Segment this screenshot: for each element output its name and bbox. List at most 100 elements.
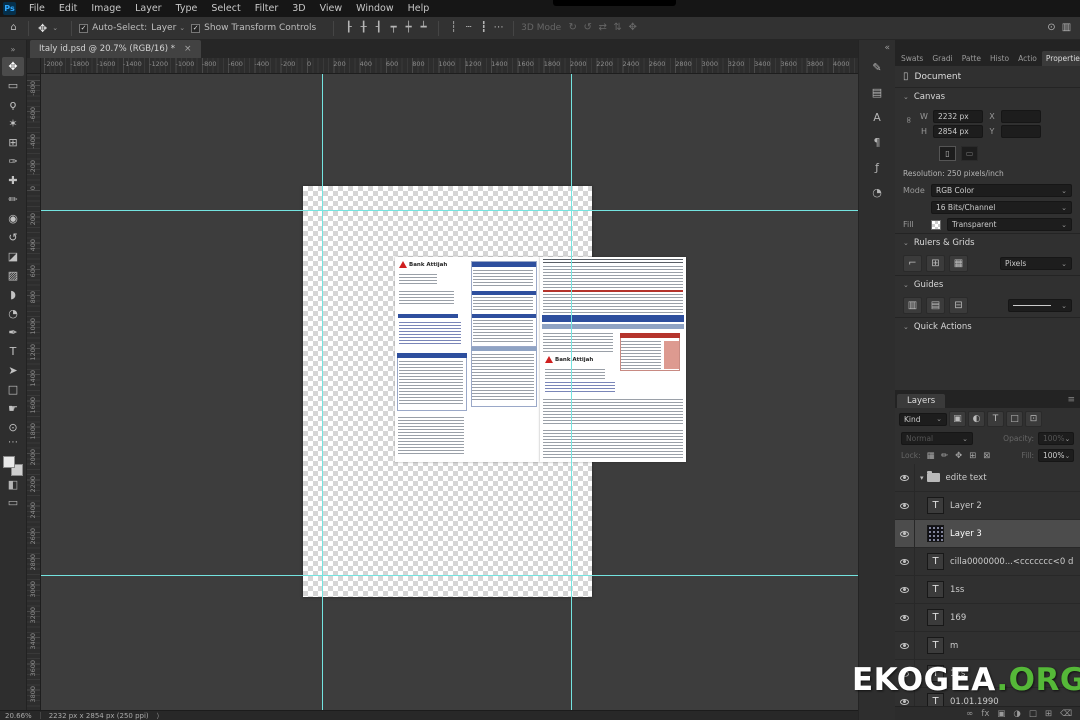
pixel-grid-icon[interactable]: ▦ bbox=[949, 255, 968, 272]
panel-tab-actio[interactable]: Actio bbox=[1014, 51, 1041, 66]
lasso-tool[interactable]: ϙ bbox=[2, 95, 24, 114]
color-mode-select[interactable]: RGB Color ⌄ bbox=[931, 184, 1072, 197]
layer-visibility-toggle[interactable] bbox=[895, 632, 915, 659]
panel-tab-histo[interactable]: Histo bbox=[986, 51, 1013, 66]
path-selection-tool[interactable]: ➤ bbox=[2, 361, 24, 380]
document-tab[interactable]: Italy id.psd @ 20.7% (RGB/16) * × bbox=[30, 40, 201, 58]
zoom-tool[interactable]: ⊙ bbox=[2, 418, 24, 437]
height-field[interactable]: 2854 px bbox=[933, 125, 983, 138]
guides-section-header[interactable]: ⌄ Guides bbox=[895, 275, 1080, 294]
menu-item-image[interactable]: Image bbox=[84, 0, 128, 17]
canvas-fill-select[interactable]: Transparent ⌄ bbox=[947, 218, 1072, 231]
group-expand-icon[interactable]: ▾ bbox=[920, 474, 924, 482]
layer-row[interactable]: T Layer 2 bbox=[895, 492, 1080, 520]
layer-visibility-toggle[interactable] bbox=[895, 548, 915, 575]
menu-item-file[interactable]: File bbox=[22, 0, 52, 17]
history-brush-tool[interactable]: ↺ bbox=[2, 228, 24, 247]
history-panel-icon[interactable]: ✎ bbox=[866, 58, 888, 77]
vertical-ruler[interactable]: -800 -600 -400 -200 0 200 400 600 800 1000 1200 140… bbox=[27, 74, 41, 710]
lock-artboard-icon[interactable]: ⊞ bbox=[967, 451, 979, 461]
menu-item-view[interactable]: View bbox=[313, 0, 350, 17]
menu-item-layer[interactable]: Layer bbox=[128, 0, 169, 17]
screen-mode-icon[interactable]: ▭ bbox=[8, 494, 18, 512]
horizontal-guide[interactable] bbox=[41, 210, 858, 211]
auto-select-value[interactable]: Layer bbox=[151, 23, 176, 33]
horizontal-ruler[interactable]: -2000 -1800 -1600 -1400 -1200 -1000 -800 -600 -4… bbox=[27, 58, 858, 74]
layer-fill-field[interactable]: 100% ⌄ bbox=[1038, 449, 1074, 462]
gradient-tool[interactable]: ▨ bbox=[2, 266, 24, 285]
vertical-guide[interactable] bbox=[571, 74, 572, 710]
link-dimensions-icon[interactable]: ∞ bbox=[903, 116, 913, 124]
bit-depth-select[interactable]: 16 Bits/Channel ⌄ bbox=[931, 201, 1072, 214]
layer-effects-icon[interactable]: fx bbox=[981, 708, 989, 720]
menu-item-type[interactable]: Type bbox=[169, 0, 205, 17]
canvas-guides-icon[interactable]: ▥ bbox=[903, 297, 922, 314]
align-bottom-icon[interactable]: ┷ bbox=[416, 21, 431, 35]
quick-actions-section-header[interactable]: ⌄ Quick Actions bbox=[895, 317, 1080, 336]
align-vertical-center-icon[interactable]: ┿ bbox=[401, 21, 416, 35]
home-icon[interactable]: ⌂ bbox=[6, 21, 21, 35]
healing-brush-tool[interactable]: ✚ bbox=[2, 171, 24, 190]
horizontal-guide[interactable] bbox=[41, 575, 858, 576]
menu-item-filter[interactable]: Filter bbox=[248, 0, 286, 17]
search-icon[interactable]: ⊙ bbox=[1044, 21, 1059, 35]
landscape-orientation-button[interactable]: ▭ bbox=[961, 146, 978, 161]
blur-tool[interactable]: ◗ bbox=[2, 285, 24, 304]
3d-rotate-icon[interactable]: ↻ bbox=[565, 21, 580, 35]
canvas-viewport[interactable]: Bank Attijah Bank Attijah bbox=[41, 74, 858, 710]
close-icon[interactable]: × bbox=[184, 44, 192, 54]
filter-pixel-layers-icon[interactable]: ▣ bbox=[949, 411, 966, 427]
align-top-icon[interactable]: ┯ bbox=[386, 21, 401, 35]
delete-layer-icon[interactable]: ⌫ bbox=[1060, 708, 1072, 720]
opacity-field[interactable]: 100% ⌄ bbox=[1038, 432, 1074, 445]
pen-tool[interactable]: ✒ bbox=[2, 323, 24, 342]
tab-layers[interactable]: Layers bbox=[897, 394, 946, 408]
layer-visibility-toggle[interactable] bbox=[895, 604, 915, 631]
clone-stamp-tool[interactable]: ◉ bbox=[2, 209, 24, 228]
workspace-switcher-icon[interactable]: ▥ bbox=[1059, 21, 1074, 35]
current-tool-preview[interactable]: ✥ ⌄ bbox=[36, 22, 58, 35]
panel-tab-properties[interactable]: Properties bbox=[1041, 51, 1080, 66]
3d-roll-icon[interactable]: ↺ bbox=[580, 21, 595, 35]
distribute-horizontal-icon[interactable]: ┄ bbox=[461, 21, 476, 35]
layer-visibility-toggle[interactable] bbox=[895, 520, 915, 547]
layer-row[interactable]: ▾ edite text bbox=[895, 464, 1080, 492]
panel-tab-swats[interactable]: Swats bbox=[897, 51, 927, 66]
clear-guides-icon[interactable]: ⊟ bbox=[949, 297, 968, 314]
layer-row[interactable]: T 169 bbox=[895, 604, 1080, 632]
auto-select-checkbox[interactable]: ✓ Auto-Select: Layer ⌄ bbox=[79, 23, 185, 33]
lock-image-pixels-icon[interactable]: ✏ bbox=[939, 451, 951, 461]
units-select[interactable]: Pixels ⌄ bbox=[1000, 257, 1072, 270]
dodge-tool[interactable]: ◔ bbox=[2, 304, 24, 323]
eraser-tool[interactable]: ◪ bbox=[2, 247, 24, 266]
vertical-guide[interactable] bbox=[322, 74, 323, 710]
panel-tab-gradi[interactable]: Gradi bbox=[928, 51, 956, 66]
new-layer-icon[interactable]: ⊞ bbox=[1045, 708, 1052, 720]
show-transform-checkbox[interactable]: ✓ Show Transform Controls bbox=[191, 23, 320, 33]
blend-mode-select[interactable]: Normal ⌄ bbox=[901, 432, 973, 445]
align-right-icon[interactable]: ┨ bbox=[371, 21, 386, 35]
layer-row[interactable]: Tm bbox=[895, 632, 1080, 660]
grid-icon[interactable]: ⊞ bbox=[926, 255, 945, 272]
quick-mask-icon[interactable]: ◧ bbox=[8, 476, 18, 494]
layer-row[interactable]: Layer 3 bbox=[895, 520, 1080, 548]
lock-all-icon[interactable]: ⊠ bbox=[981, 451, 993, 461]
color-swatches[interactable] bbox=[3, 456, 23, 476]
character-panel-icon[interactable]: A bbox=[866, 108, 888, 127]
marquee-tool[interactable]: ▭ bbox=[2, 76, 24, 95]
3d-drag-icon[interactable]: ⇄ bbox=[595, 21, 610, 35]
filter-adjustment-layers-icon[interactable]: ◐ bbox=[968, 411, 985, 427]
foreground-color-swatch[interactable] bbox=[3, 456, 15, 468]
crop-tool[interactable]: ⊞ bbox=[2, 133, 24, 152]
layer-visibility-toggle[interactable] bbox=[895, 492, 915, 519]
portrait-orientation-button[interactable]: ▯ bbox=[939, 146, 956, 161]
zoom-level[interactable]: 20.66% bbox=[5, 712, 32, 720]
canvas-rulers-icon[interactable]: ⌐ bbox=[903, 255, 922, 272]
ruler-origin-corner[interactable] bbox=[27, 58, 41, 74]
filter-smart-objects-icon[interactable]: ⊡ bbox=[1025, 411, 1042, 427]
eyedropper-tool[interactable]: ✑ bbox=[2, 152, 24, 171]
guide-style-select[interactable]: ⌄ bbox=[1008, 299, 1072, 312]
toolbar-collapse-icon[interactable]: » bbox=[11, 43, 16, 57]
paragraph-panel-icon[interactable]: ¶ bbox=[866, 133, 888, 152]
layer-filter-kind-select[interactable]: Kind ⌄ bbox=[899, 412, 947, 426]
